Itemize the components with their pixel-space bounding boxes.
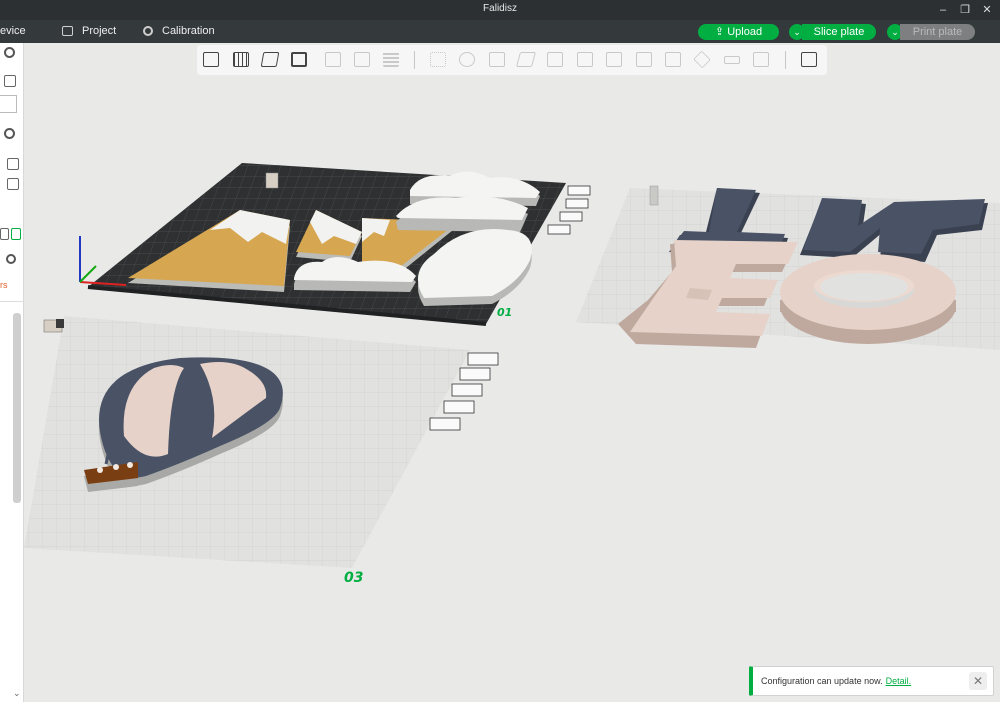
menu-device-label: evice (0, 25, 26, 37)
menu-project-label: Project (82, 25, 117, 37)
scroll-down-icon[interactable]: ⌄ (13, 688, 21, 699)
upload-button[interactable]: ⇪ Upload (698, 24, 779, 40)
upload-icon: ⇪ (714, 26, 728, 38)
plate-3-label: 03 (344, 570, 363, 586)
slice-plate-button[interactable]: Slice plate (802, 24, 876, 40)
plate-settings-icon[interactable] (547, 224, 571, 235)
list-icon[interactable] (0, 228, 9, 240)
arrange-plate-icon[interactable] (459, 367, 491, 381)
objects-icon[interactable] (11, 228, 21, 240)
close-icon[interactable]: ✕ (969, 672, 987, 690)
restore-icon[interactable]: ❐ (956, 2, 974, 18)
settings-icon[interactable] (4, 128, 15, 139)
edit-icon[interactable] (7, 178, 19, 190)
close-icon[interactable]: ✕ (978, 2, 996, 18)
plate-3[interactable] (24, 316, 499, 568)
window-title: Falidisz (483, 3, 517, 14)
title-bar: Falidisz – ❐ ✕ (0, 0, 1000, 20)
divider (0, 301, 24, 302)
left-panel-scrollbar[interactable] (13, 313, 21, 503)
orient-plate-icon[interactable] (451, 383, 483, 397)
y-axis (79, 265, 97, 283)
wipe-tower-top (56, 319, 64, 328)
search-icon[interactable] (6, 254, 16, 264)
toast-message-row: Configuration can update now. Detail. (761, 676, 911, 686)
delete-plate-icon[interactable] (567, 185, 591, 196)
menu-calibration[interactable]: Calibration (143, 25, 215, 37)
warning-text: rs (0, 280, 8, 290)
menu-device[interactable]: evice (0, 25, 26, 37)
project-icon (62, 26, 73, 36)
wipe-tower[interactable] (265, 172, 279, 189)
config-update-toast: Configuration can update now. Detail. ✕ (749, 666, 994, 696)
settings-icon[interactable] (4, 47, 15, 58)
filament-swatch[interactable] (0, 95, 17, 113)
chevron-down-icon: ⌄ (793, 27, 801, 37)
minimize-icon[interactable]: – (934, 2, 952, 18)
upload-label: Upload (727, 26, 763, 38)
plate-1-label: 01 (497, 306, 512, 319)
lock-plate-icon[interactable] (443, 400, 475, 414)
toast-message: Configuration can update now. (761, 676, 883, 686)
calibration-icon (143, 26, 153, 36)
menu-calibration-label: Calibration (162, 25, 215, 37)
edit-icon[interactable] (4, 75, 16, 87)
model-letter-o[interactable] (780, 254, 956, 344)
left-panel: rs ⌄ (0, 43, 24, 702)
wipe-tower[interactable] (649, 185, 659, 206)
viewport-3d[interactable]: 01 03 (24, 43, 1000, 702)
arrange-plate-icon[interactable] (565, 198, 589, 209)
plate-settings-icon[interactable] (429, 417, 461, 431)
delete-plate-icon[interactable] (467, 352, 499, 366)
edit-icon[interactable] (7, 158, 19, 170)
print-plate-button[interactable]: Print plate (900, 24, 975, 40)
lock-plate-icon[interactable] (559, 211, 583, 222)
toast-detail-link[interactable]: Detail. (886, 676, 912, 686)
menu-project[interactable]: Project (62, 25, 116, 37)
chevron-down-icon: ⌄ (891, 27, 899, 37)
